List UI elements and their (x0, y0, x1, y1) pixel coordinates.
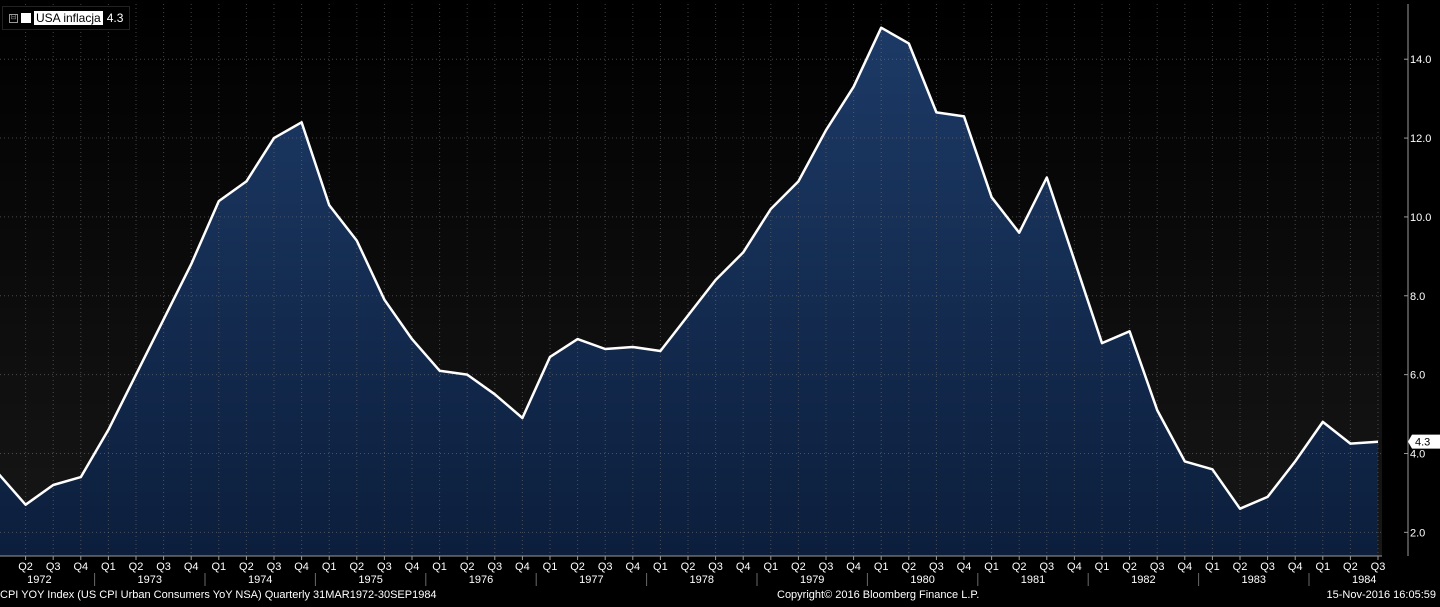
y-tick-label: 12.0 (1410, 133, 1431, 145)
x-quarter-label: Q1 (1315, 561, 1330, 573)
x-quarter-label: Q4 (73, 561, 88, 573)
x-year-label: 1984 (1352, 574, 1376, 586)
x-quarter-label: Q1 (322, 561, 337, 573)
x-quarter-label: Q1 (432, 561, 447, 573)
y-tick-label: 6.0 (1410, 370, 1425, 382)
x-year-label: 1975 (358, 574, 382, 586)
x-quarter-label: Q2 (1343, 561, 1358, 573)
x-quarter-label: Q3 (1371, 561, 1386, 573)
x-year-label: 1972 (27, 574, 51, 586)
x-quarter-label: Q2 (239, 561, 254, 573)
x-quarter-label: Q4 (1067, 561, 1082, 573)
x-quarter-label: Q3 (819, 561, 834, 573)
x-quarter-label: Q2 (129, 561, 144, 573)
x-quarter-label: Q1 (1205, 561, 1220, 573)
y-tick-label: 8.0 (1410, 291, 1425, 303)
chart-footer: CPI YOY Index (US CPI Urban Consumers Yo… (0, 589, 1440, 603)
x-quarter-label: Q2 (681, 561, 696, 573)
x-quarter-label: Q3 (377, 561, 392, 573)
x-year-label: 1979 (800, 574, 824, 586)
footer-index-description: CPI YOY Index (US CPI Urban Consumers Yo… (0, 589, 437, 601)
y-tick-label: 14.0 (1410, 54, 1431, 66)
x-quarter-label: Q2 (901, 561, 916, 573)
x-quarter-label: Q2 (791, 561, 806, 573)
x-quarter-label: Q4 (294, 561, 309, 573)
x-quarter-label: Q4 (736, 561, 751, 573)
x-quarter-label: Q3 (1039, 561, 1054, 573)
x-year-label: 1978 (690, 574, 714, 586)
legend-last-value: 4.3 (106, 11, 124, 25)
x-quarter-label: Q1 (763, 561, 778, 573)
x-quarter-label: Q4 (515, 561, 530, 573)
x-quarter-label: Q2 (460, 561, 475, 573)
x-quarter-label: Q4 (846, 561, 861, 573)
x-quarter-label: Q4 (625, 561, 640, 573)
footer-copyright: Copyright© 2016 Bloomberg Finance L.P. (777, 589, 980, 601)
x-quarter-label: Q4 (184, 561, 199, 573)
x-quarter-label: Q2 (1233, 561, 1248, 573)
x-year-label: 1982 (1131, 574, 1155, 586)
x-quarter-label: Q3 (46, 561, 61, 573)
x-quarter-label: Q3 (929, 561, 944, 573)
x-year-label: 1973 (138, 574, 162, 586)
x-quarter-label: Q1 (653, 561, 668, 573)
x-quarter-label: Q2 (1122, 561, 1137, 573)
x-quarter-label: Q3 (1150, 561, 1165, 573)
x-quarter-label: Q3 (598, 561, 613, 573)
x-quarter-label: Q2 (570, 561, 585, 573)
x-quarter-label: Q3 (267, 561, 282, 573)
x-quarter-label: Q1 (543, 561, 558, 573)
x-quarter-label: Q2 (1012, 561, 1027, 573)
x-quarter-label: Q3 (708, 561, 723, 573)
inflation-area-chart: 2.0 4.0 6.0 8.0 10.0 12.0 14.0 4.3 Q2 Q3 Q4 Q1 Q2 Q3 Q… (0, 4, 1440, 586)
x-quarter-label: Q1 (1095, 561, 1110, 573)
x-year-label: 1980 (910, 574, 934, 586)
x-quarter-label: Q2 (349, 561, 364, 573)
legend-swatch (21, 13, 31, 23)
x-year-label: 1974 (248, 574, 272, 586)
last-value-label: 4.3 (1415, 437, 1430, 449)
x-quarter-label: Q4 (957, 561, 972, 573)
chart-legend[interactable]: ⊟ USA inflacja 4.3 (2, 6, 131, 30)
x-quarter-label: Q1 (211, 561, 226, 573)
x-quarter-label: Q2 (18, 561, 33, 573)
x-year-label: 1983 (1242, 574, 1266, 586)
x-quarter-label: Q3 (1260, 561, 1275, 573)
x-quarter-label: Q4 (405, 561, 420, 573)
y-tick-label: 10.0 (1410, 212, 1431, 224)
legend-toggle-icon[interactable]: ⊟ (9, 13, 18, 23)
legend-series-name: USA inflacja (34, 11, 103, 25)
x-quarter-label: Q1 (101, 561, 116, 573)
x-quarter-label: Q4 (1288, 561, 1303, 573)
y-tick-label: 2.0 (1410, 527, 1425, 539)
x-year-label: 1976 (469, 574, 493, 586)
x-quarter-label: Q3 (156, 561, 171, 573)
footer-timestamp: 15-Nov-2016 16:05:59 (1326, 589, 1436, 601)
x-quarter-label: Q1 (984, 561, 999, 573)
x-quarter-label: Q1 (874, 561, 889, 573)
x-year-label: 1977 (579, 574, 603, 586)
x-quarter-label: Q3 (487, 561, 502, 573)
x-quarter-label: Q4 (1177, 561, 1192, 573)
x-year-label: 1981 (1021, 574, 1045, 586)
y-tick-label: 4.0 (1410, 448, 1425, 460)
